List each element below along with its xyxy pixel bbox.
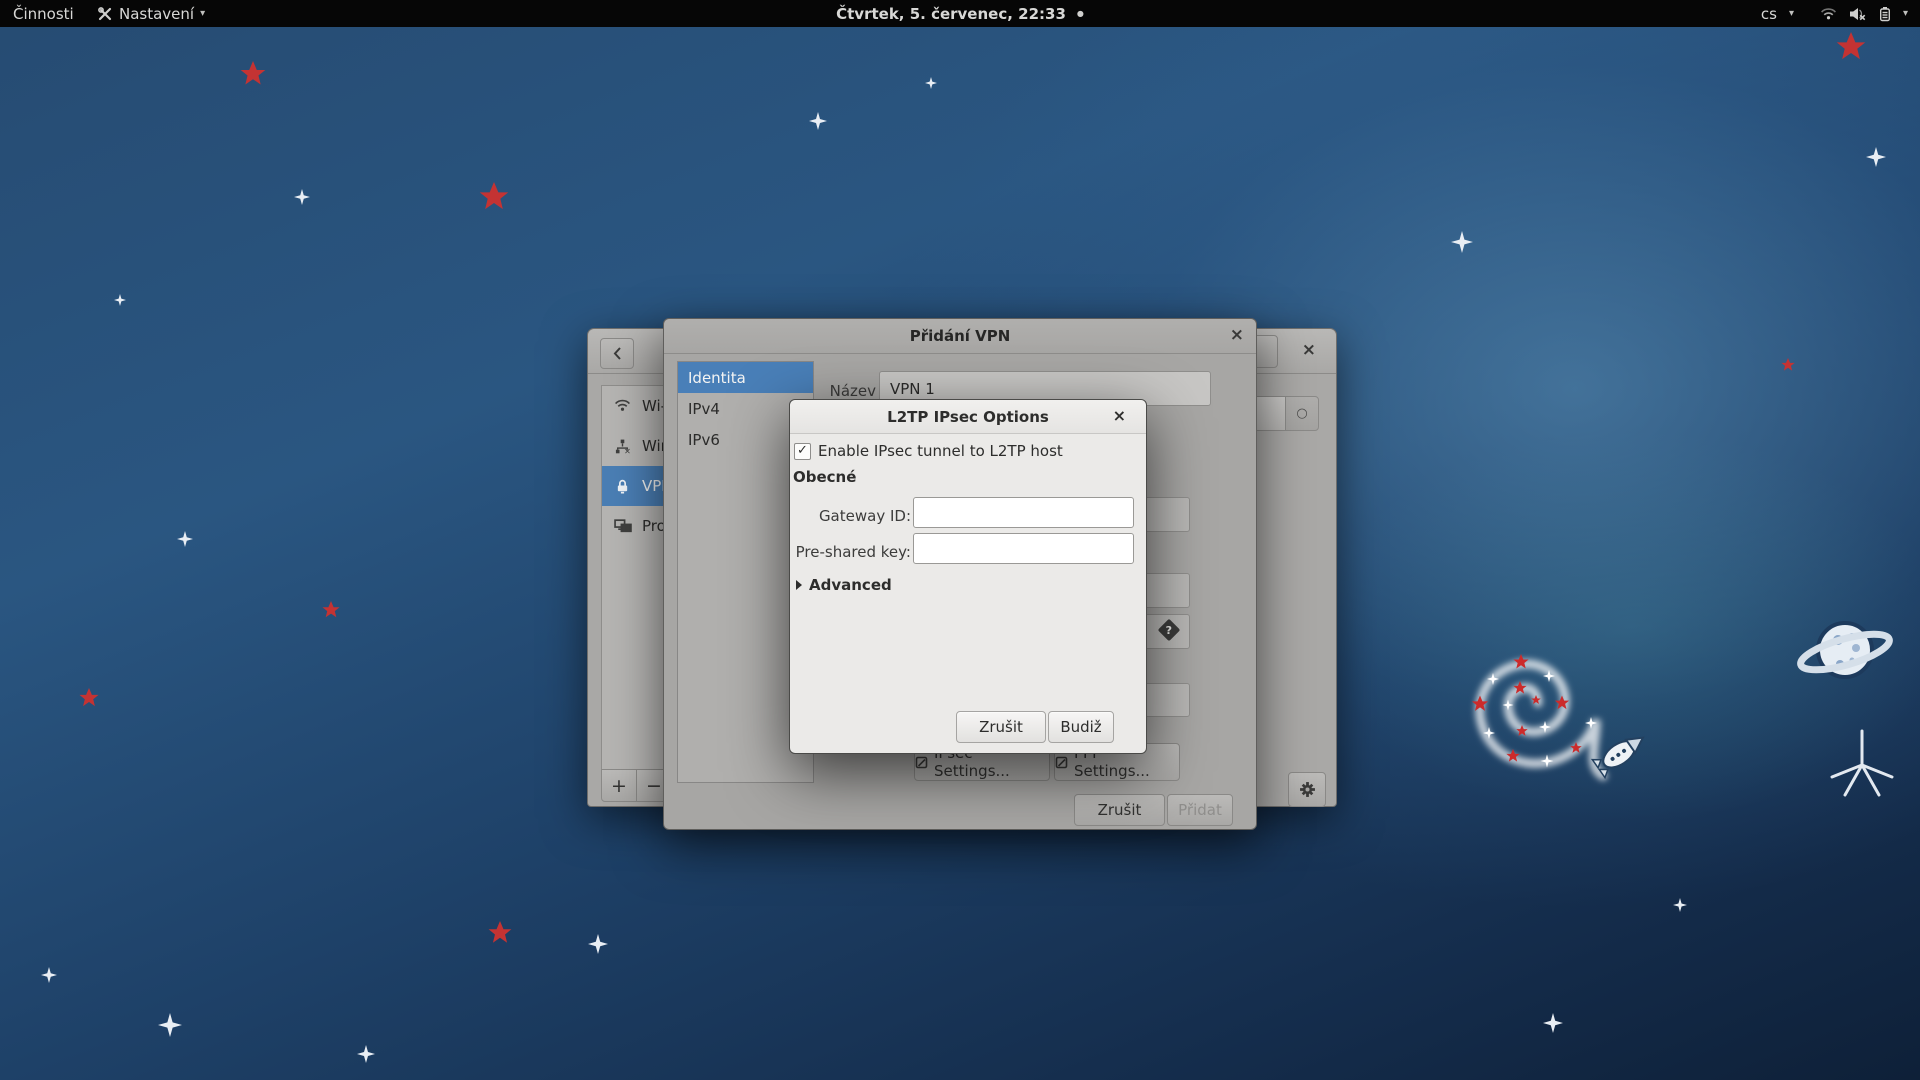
dialog-title: Přidání VPN: [910, 327, 1011, 345]
clock-button[interactable]: Čtvrtek, 5. červenec, 22:33 ●: [827, 0, 1093, 27]
star-spiral: [1472, 654, 1603, 776]
add-vpn-close-button[interactable]: ×: [1230, 327, 1244, 344]
tab-identity[interactable]: Identita: [678, 362, 813, 393]
settings-mini-icon: [915, 756, 928, 769]
gear-icon: [1299, 781, 1316, 798]
activities-label: Činnosti: [13, 5, 74, 23]
advanced-label: Advanced: [809, 576, 892, 594]
enable-ipsec-label: Enable IPsec tunnel to L2TP host: [818, 442, 1063, 460]
wired-disconnected-icon: ✕: [614, 438, 631, 455]
section-heading-general: Obecné: [793, 468, 856, 486]
l2tp-titlebar[interactable]: L2TP IPsec Options: [790, 400, 1146, 434]
svg-text:✕: ✕: [624, 447, 631, 455]
chevron-down-icon: ▾: [1903, 8, 1908, 19]
advanced-expander[interactable]: Advanced: [796, 576, 892, 594]
activities-button[interactable]: Činnosti: [4, 0, 83, 27]
checkbox-checked[interactable]: ✓: [794, 443, 811, 460]
switch-handle: [1252, 397, 1286, 430]
clock-label: Čtvrtek, 5. červenec, 22:33: [836, 5, 1066, 23]
add-connection-button[interactable]: +: [601, 769, 637, 802]
keyboard-layout-indicator: cs: [1761, 5, 1777, 23]
expander-triangle-icon: [796, 580, 802, 590]
rocket: [1592, 729, 1649, 778]
name-field-label: Název: [804, 382, 876, 400]
list-toolbar: + −: [601, 769, 672, 802]
gateway-id-label: Gateway ID:: [794, 507, 911, 525]
notification-dot: ●: [1077, 9, 1084, 18]
switch-off-mark: ○: [1286, 397, 1318, 430]
app-menu-button[interactable]: Nastavení ▾: [88, 0, 214, 27]
battery-icon: [1879, 6, 1891, 22]
l2tp-cancel-button[interactable]: Zrušit: [956, 711, 1046, 743]
app-menu-label: Nastavení: [119, 5, 194, 23]
settings-mini-icon: [1055, 756, 1068, 769]
chevron-down-icon: ▾: [1789, 8, 1794, 19]
settings-close-button[interactable]: ×: [1302, 342, 1316, 359]
top-bar: Činnosti Nastavení ▾ Čtvrtek, 5. červene…: [0, 0, 1920, 27]
toggle-switch-off[interactable]: ○: [1251, 396, 1319, 431]
pre-shared-key-label: Pre-shared key:: [794, 543, 911, 561]
add-vpn-titlebar[interactable]: Přidání VPN: [664, 319, 1256, 354]
planet: [1797, 623, 1893, 677]
wifi-icon: [1820, 7, 1837, 20]
desktop: Činnosti Nastavení ▾ Čtvrtek, 5. červene…: [0, 0, 1920, 1080]
check-icon: ✓: [797, 444, 808, 457]
big-star: [1832, 731, 1892, 795]
proxy-icon: [614, 518, 631, 535]
chevron-down-icon: ▾: [200, 8, 205, 19]
l2tp-ipsec-options-dialog: L2TP IPsec Options × ✓ Enable IPsec tunn…: [789, 399, 1147, 754]
enable-ipsec-checkbox-row[interactable]: ✓ Enable IPsec tunnel to L2TP host: [794, 442, 1063, 460]
l2tp-ok-button[interactable]: Budiž: [1048, 711, 1114, 743]
system-status-area[interactable]: cs ▾: [1755, 0, 1914, 27]
l2tp-close-button[interactable]: ×: [1113, 408, 1126, 424]
chevron-left-icon: [612, 346, 623, 361]
vpn-lock-icon: [614, 478, 631, 495]
connection-settings-gear-button[interactable]: [1288, 772, 1326, 807]
volume-muted-icon: [1849, 7, 1867, 21]
pre-shared-key-input[interactable]: [913, 533, 1134, 564]
dialog-title: L2TP IPsec Options: [887, 408, 1049, 426]
tools-icon: [97, 6, 113, 22]
back-button[interactable]: [600, 338, 634, 369]
wifi-icon: [614, 398, 631, 415]
vpn-cancel-button[interactable]: Zrušit: [1074, 794, 1165, 826]
gateway-id-input[interactable]: [913, 497, 1134, 528]
vpn-add-button[interactable]: Přidat: [1167, 794, 1233, 826]
